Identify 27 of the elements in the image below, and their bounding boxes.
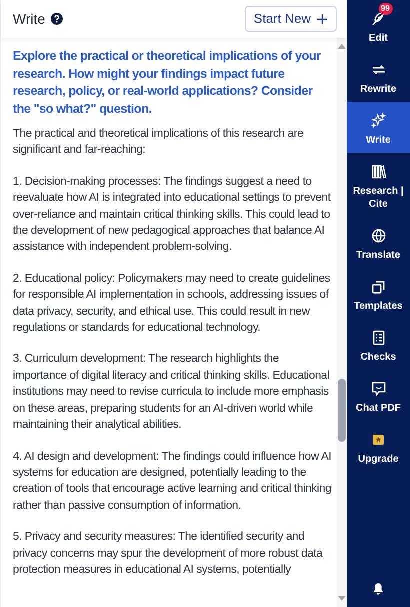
panel-title: Write xyxy=(13,10,46,28)
start-new-button[interactable]: Start New xyxy=(244,6,337,32)
prompt-text: Explore the practical or theoretical implications of your research. How might your findings impact future research, policy, or real-world applications? Consider the "so what?" question. xyxy=(13,48,322,118)
nav-item[interactable]: Chat PDF xyxy=(347,370,410,421)
body-paragraph: 3. Curriculum development: The research highlights the importance of digital literacy and critical thinking skills. Educational institutions may need to revise curricula to include more emphasis on these areas, preparing students for an AI-driven world while maintaining their analytical abilities. xyxy=(13,352,331,434)
body-paragraph: The practical and theoretical implications of this research are significant and far-reaching: xyxy=(13,127,304,158)
books-icon xyxy=(370,163,388,181)
nav-item[interactable]: Translate xyxy=(347,217,410,268)
nav-item[interactable]: Upgrade xyxy=(347,421,410,472)
body-paragraph: 2. Educational policy: Policymakers may need to create guidelines for responsible AI implementation in schools, addressing issues of data privacy, security, and ethical use. This could result in new regulations or standards for educational technology. xyxy=(13,272,332,336)
plus-icon xyxy=(317,14,328,24)
nav-item[interactable]: Templates xyxy=(347,268,410,319)
nav-item[interactable]: 99 Edit xyxy=(347,0,410,51)
nav-item[interactable]: Rewrite xyxy=(347,51,410,102)
help-icon[interactable] xyxy=(51,13,64,25)
sparkle-icon xyxy=(370,112,388,130)
nav-item[interactable]: Research | Cite xyxy=(347,153,410,217)
bell-icon[interactable] xyxy=(373,583,384,595)
nav-item[interactable]: Write xyxy=(347,102,410,153)
body-paragraph: 5. Privacy and security measures: The identified security and privacy concerns may spur the development of more robust data protection measures in educational AI systems, potentially xyxy=(13,530,324,578)
nav-item[interactable]: Checks xyxy=(347,319,410,370)
scrollbar[interactable] xyxy=(337,38,347,607)
notification-badge: 99 xyxy=(378,3,392,15)
globe-icon xyxy=(370,227,388,245)
body-paragraph: 4. AI design and development: The findings could influence how AI systems for education are designed, potentially leading to the creation of tools that encourage active learning and critical thinking rather than passive consumption of information. xyxy=(13,450,332,514)
body-paragraph: 1. Decision-making processes: The findings suggest a need to reevaluate how AI is integrated into educational settings to prevent over-reliance and maintain critical thinking skills. This could lead to the development of new pedagogical approaches that balance AI assistance with independent problem-solving. xyxy=(13,174,332,256)
chat-bubble-icon xyxy=(370,380,388,398)
